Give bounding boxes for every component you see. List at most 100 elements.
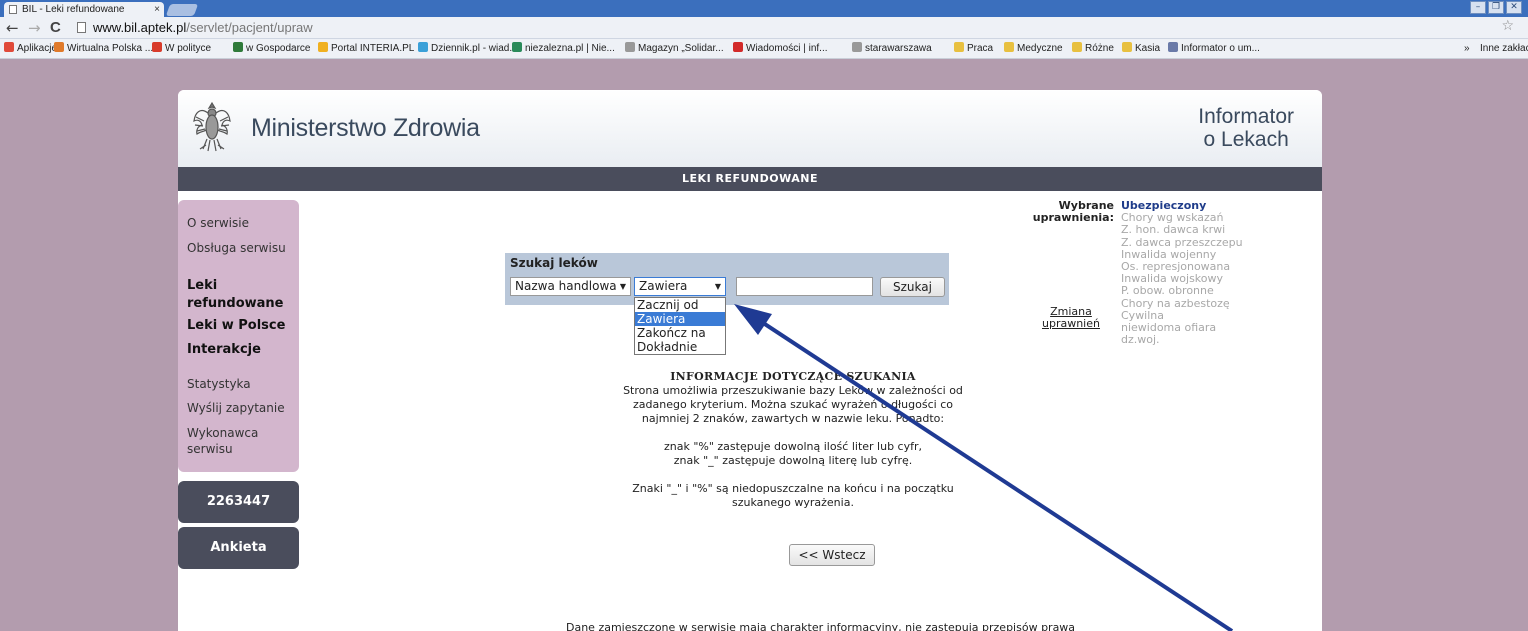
section-title-bar: LEKI REFUNDOWANE	[178, 167, 1322, 191]
back-arrow-icon[interactable]: ←	[6, 19, 19, 37]
field-select[interactable]: Nazwa handlowa ▼	[510, 277, 631, 296]
dropdown-option-selected[interactable]: Zawiera	[635, 312, 725, 326]
bookmarks-bar: Aplikacje Wirtualna Polska ... W polityce w…	[0, 39, 1528, 59]
info-underscore-rule: znak "_" zastępuje dowolną literę lub cy…	[673, 454, 913, 467]
bookmark-label: Dziennik.pl - wiad...	[431, 43, 518, 54]
info-restriction: Znaki "_" i "%" są niedopuszczalne na ko…	[632, 482, 954, 509]
close-window-icon[interactable]: ✕	[1506, 1, 1522, 14]
info-paragraph: Strona umożliwia przeszukiwanie bazy Lek…	[623, 384, 963, 425]
bookmark-item[interactable]: niezalezna.pl | Nie...	[512, 39, 615, 58]
tab-title: BIL - Leki refundowane	[22, 4, 125, 15]
informator-line2: o Lekach	[1203, 128, 1289, 151]
maximize-icon[interactable]: ❐	[1488, 1, 1504, 14]
sidebar-item-statystyka[interactable]: Statystyka	[187, 377, 251, 392]
bookmark-icon	[233, 42, 243, 52]
sidebar-item-wyslij-zapytanie[interactable]: Wyślij zapytanie	[187, 401, 285, 416]
dropdown-arrow-icon: ▼	[619, 282, 626, 291]
sidebar-item-o-serwisie[interactable]: O serwisie	[187, 216, 249, 231]
bookmark-label: Praca	[967, 43, 994, 54]
browser-tab[interactable]: BIL - Leki refundowane ×	[4, 2, 164, 17]
bookmark-item[interactable]: Praca	[954, 39, 994, 58]
sidebar-item-leki-w-polsce[interactable]: Leki w Polsce	[187, 318, 285, 333]
informator-logo: Informator o Lekach	[1198, 105, 1294, 151]
bookmark-label: Medyczne	[1017, 43, 1063, 54]
bookmark-item[interactable]: Aplikacje	[4, 39, 58, 58]
bookmark-label: niezalezna.pl | Nie...	[525, 43, 615, 54]
permission-item: P. obow. obronne	[1121, 284, 1214, 298]
window-controls: – ❐ ✕	[1470, 1, 1522, 14]
permissions-list: Ubezpieczony Chory wg wskazań Z. hon. da…	[1121, 199, 1243, 346]
bookmark-item[interactable]: W polityce	[152, 39, 211, 58]
search-button[interactable]: Szukaj	[880, 277, 945, 297]
sidebar-item-wykonawca[interactable]: Wykonawca serwisu	[187, 425, 277, 457]
sidebar-menu: O serwisie Obsługa serwisu Leki refundow…	[178, 200, 299, 472]
search-title: Szukaj leków	[510, 256, 598, 270]
bookmark-item[interactable]: Dziennik.pl - wiad...	[418, 39, 518, 58]
bookmark-item[interactable]: starawarszawa	[852, 39, 932, 58]
search-info: INFORMACJE DOTYCZĄCE SZUKANIA Strona umo…	[613, 370, 973, 510]
bookmark-label: Portal INTERIA.PL	[331, 43, 415, 54]
search-panel: Szukaj leków Nazwa handlowa ▼ Zawiera ▼ Sz…	[505, 253, 949, 305]
bookmark-item[interactable]: Informator o um...	[1168, 39, 1260, 58]
permissions-heading: Wybrane uprawnienia:	[1032, 199, 1114, 224]
bookmark-icon	[625, 42, 635, 52]
bookmark-label: Wirtualna Polska ...	[67, 43, 154, 54]
other-bookmarks-folder[interactable]: Inne zakłac	[1480, 39, 1528, 58]
bookmark-label: starawarszawa	[865, 43, 932, 54]
ministry-title: Ministerstwo Zdrowia	[251, 114, 480, 142]
address-bar: ← → C www.bil.aptek.pl/servlet/pacjent/u…	[0, 17, 1528, 39]
bookmark-icon	[1122, 42, 1132, 52]
reload-icon[interactable]: C	[50, 19, 61, 37]
info-percent-rule: znak "%" zastępuje dowolną ilość liter l…	[663, 440, 922, 453]
new-tab-button[interactable]	[165, 4, 199, 16]
site-header: Ministerstwo Zdrowia Informator o Lekach	[178, 90, 1322, 167]
minimize-icon[interactable]: –	[1470, 1, 1486, 14]
bookmark-label: w Gospodarce	[246, 43, 311, 54]
field-select-value: Nazwa handlowa	[515, 279, 617, 293]
bookmark-item[interactable]: Medyczne	[1004, 39, 1063, 58]
tab-close-icon[interactable]: ×	[154, 2, 160, 17]
bookmark-item[interactable]: Różne	[1072, 39, 1114, 58]
bookmark-item[interactable]: w Gospodarce	[233, 39, 311, 58]
mode-select[interactable]: Zawiera ▼	[634, 277, 726, 296]
bookmark-label: Informator o um...	[1181, 43, 1260, 54]
sidebar-item-interakcje[interactable]: Interakcje	[187, 342, 261, 357]
page-icon	[77, 22, 86, 33]
bookmark-item[interactable]: Magazyn „Solidar...	[625, 39, 724, 58]
bookmark-icon	[1004, 42, 1014, 52]
url-field[interactable]: www.bil.aptek.pl/servlet/pacjent/upraw	[75, 19, 313, 37]
mode-dropdown-list: Zacznij od Zawiera Zakończ na Dokładnie	[634, 297, 726, 355]
bookmark-item[interactable]: Wirtualna Polska ...	[54, 39, 154, 58]
info-title: INFORMACJE DOTYCZĄCE SZUKANIA	[670, 370, 916, 383]
bookmark-icon	[418, 42, 428, 52]
bookmark-item[interactable]: Kasia	[1122, 39, 1160, 58]
footer-disclaimer: Dane zamieszczone w serwisie mają charak…	[566, 621, 1076, 631]
bookmark-label: Aplikacje	[17, 43, 58, 54]
bookmarks-more-icon[interactable]: »	[1464, 39, 1470, 58]
forward-arrow-icon[interactable]: →	[28, 19, 41, 37]
survey-button[interactable]: Ankieta	[178, 527, 299, 569]
bookmark-icon	[512, 42, 522, 52]
dropdown-option[interactable]: Zacznij od	[635, 298, 725, 312]
bookmark-star-icon[interactable]: ☆	[1501, 18, 1514, 34]
page-icon	[9, 5, 17, 14]
informator-line1: Informator	[1198, 105, 1294, 128]
browser-tab-bar: BIL - Leki refundowane × – ❐ ✕	[0, 0, 1528, 17]
bookmark-icon	[318, 42, 328, 52]
dropdown-option[interactable]: Zakończ na	[635, 326, 725, 340]
dropdown-arrow-icon: ▼	[714, 282, 721, 291]
sidebar-item-obsluga[interactable]: Obsługa serwisu	[187, 241, 286, 256]
visit-counter: 2263447	[178, 481, 299, 523]
dropdown-option[interactable]: Dokładnie	[635, 340, 725, 354]
search-input[interactable]	[736, 277, 873, 296]
back-button[interactable]: << Wstecz	[789, 544, 875, 566]
bookmark-item[interactable]: Portal INTERIA.PL	[318, 39, 415, 58]
permission-item: Z. dawca przeszczepu	[1121, 235, 1243, 249]
bookmark-label: Wiadomości | inf...	[746, 43, 828, 54]
bookmark-item[interactable]: Wiadomości | inf...	[733, 39, 828, 58]
change-permissions-link[interactable]: Zmiana uprawnień	[1031, 306, 1111, 330]
mode-select-value: Zawiera	[639, 279, 688, 293]
bookmark-label: Różne	[1085, 43, 1114, 54]
sidebar-item-leki-refundowane[interactable]: Leki refundowane	[187, 277, 287, 313]
permission-item: Z. hon. dawca krwi	[1121, 223, 1226, 237]
